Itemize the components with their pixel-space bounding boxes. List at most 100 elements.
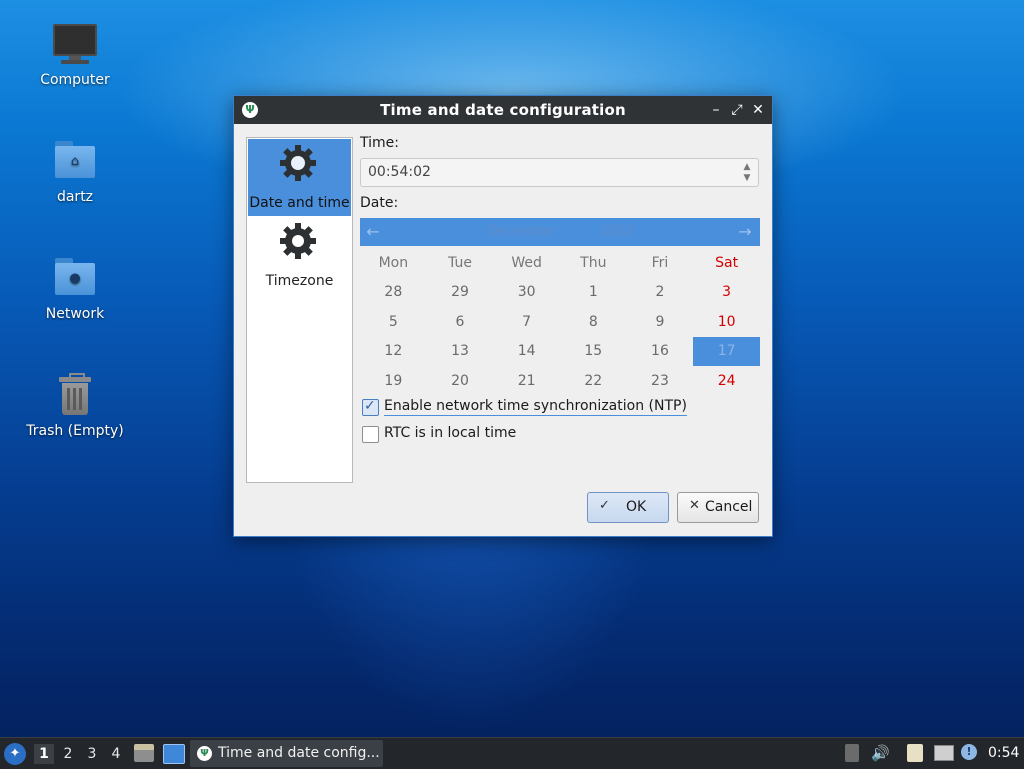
time-label: Time: <box>360 135 399 151</box>
app-icon: Ψ <box>197 746 212 761</box>
calendar-year[interactable]: 2022 <box>600 224 633 239</box>
close-button[interactable]: ✕ <box>749 100 767 120</box>
next-month-arrow-icon[interactable]: → <box>734 222 756 242</box>
minimize-button[interactable]: – <box>707 100 725 120</box>
calendar-day[interactable]: 8 <box>560 307 627 337</box>
desktop-icon-label: Trash (Empty) <box>26 423 124 439</box>
calendar-day[interactable]: 14 <box>493 337 560 367</box>
calendar-day[interactable]: 5 <box>360 307 427 337</box>
weekday-row: Mon Tue Wed Thu Fri Sat <box>360 248 760 278</box>
calendar-week-row: 19 20 21 22 23 24 <box>360 366 760 396</box>
desktop-icon-network[interactable]: ● Network <box>10 254 140 322</box>
calendar-day[interactable]: 29 <box>427 278 494 308</box>
weekday-label: Fri <box>651 254 669 271</box>
calendar-day[interactable]: 15 <box>560 337 627 367</box>
maximize-button[interactable]: ⤢ <box>728 100 746 120</box>
calendar-day[interactable]: 23 <box>627 366 694 396</box>
calendar-day[interactable]: 9 <box>627 307 694 337</box>
workspace-2[interactable]: 2 <box>58 744 78 764</box>
clipboard-icon[interactable] <box>907 744 923 762</box>
workspace-3[interactable]: 3 <box>82 744 102 764</box>
home-folder-icon: ⌂ <box>51 137 99 185</box>
volume-icon[interactable]: 🔊 <box>871 744 890 762</box>
sidebar-item-label: Timezone <box>265 273 334 289</box>
cancel-button[interactable]: ✕ Cancel <box>677 492 759 523</box>
eject-icon[interactable] <box>845 744 859 762</box>
network-icon[interactable] <box>934 745 954 761</box>
checkmark-icon: ✓ <box>364 398 376 414</box>
workspace-4[interactable]: 4 <box>106 744 126 764</box>
dialog-titlebar[interactable]: Ψ Time and date configuration – ⤢ ✕ <box>234 96 772 124</box>
cancel-label: Cancel <box>705 499 753 515</box>
time-value: 00:54:02 <box>368 164 431 180</box>
weekday-label: Tue <box>448 254 472 271</box>
calendar-day[interactable]: 19 <box>360 366 427 396</box>
calendar-week-row: 12 13 14 15 16 17 <box>360 336 760 367</box>
taskbar-window-label: Time and date config... <box>218 745 380 761</box>
sidebar-item-date-and-time[interactable]: Date and time <box>248 139 351 216</box>
date-label: Date: <box>360 195 399 211</box>
rtc-checkbox-row[interactable]: RTC is in local time <box>362 425 522 443</box>
calendar-day[interactable]: 2 <box>627 278 694 308</box>
rtc-label: RTC is in local time <box>384 425 517 441</box>
dialog-title: Time and date configuration <box>380 101 626 119</box>
calendar-day[interactable]: 7 <box>493 307 560 337</box>
time-date-dialog: Ψ Time and date configuration – ⤢ ✕ Date… <box>233 95 773 537</box>
desktop-icon-label: dartz <box>56 189 94 205</box>
calendar-day[interactable]: 1 <box>560 278 627 308</box>
file-manager-icon[interactable] <box>134 744 154 762</box>
ntp-checkbox[interactable]: ✓ <box>362 398 379 416</box>
calendar-day[interactable]: 3 <box>693 278 760 308</box>
sidebar-item-timezone[interactable]: Timezone <box>248 217 351 294</box>
calendar-day[interactable]: 30 <box>493 278 560 308</box>
start-menu-icon[interactable]: ✦ <box>4 743 26 765</box>
computer-icon <box>51 20 99 68</box>
spin-down-icon[interactable]: ▼ <box>741 173 753 183</box>
calendar-day[interactable]: 24 <box>693 366 760 396</box>
calendar-day-selected[interactable]: 17 <box>693 336 760 366</box>
calendar-grid: Mon Tue Wed Thu Fri Sat 28 29 30 1 2 3 5… <box>360 248 760 396</box>
calendar-day[interactable]: 20 <box>427 366 494 396</box>
calendar-month[interactable]: December <box>488 224 555 239</box>
clock[interactable]: 0:54 <box>988 745 1019 761</box>
gear-icon <box>280 145 316 181</box>
ok-label: OK <box>626 499 647 515</box>
calendar: ← December 2022 → Mon Tue Wed Thu Fri Sa… <box>360 218 760 396</box>
taskbar: ✦ 1 2 3 4 Ψ Time and date config... 🔊 ! … <box>0 737 1024 769</box>
prev-month-arrow-icon[interactable]: ← <box>362 222 384 242</box>
weekday-label: Sat <box>715 254 739 271</box>
calendar-day[interactable]: 10 <box>693 307 760 337</box>
desktop-icon-label: Network <box>45 306 105 322</box>
time-spinbox[interactable]: 00:54:02 ▲ ▼ <box>360 158 759 187</box>
dialog-sidebar: Date and time Timezone <box>246 137 353 483</box>
weekday-label: Thu <box>580 254 607 271</box>
desktop-icon-label: Computer <box>40 72 110 88</box>
weekday-label: Wed <box>511 254 542 271</box>
rtc-checkbox[interactable] <box>362 426 379 443</box>
taskbar-window-button[interactable]: Ψ Time and date config... <box>190 740 383 767</box>
desktop-icon-computer[interactable]: Computer <box>10 20 140 88</box>
desktop-icon-home-folder[interactable]: ⌂ dartz <box>10 137 140 205</box>
calendar-day[interactable]: 28 <box>360 278 427 308</box>
sidebar-item-label: Date and time <box>249 195 350 211</box>
calendar-week-row: 5 6 7 8 9 10 <box>360 307 760 337</box>
calendar-header: ← December 2022 → <box>360 218 760 246</box>
ok-button[interactable]: ✓ OK <box>587 492 669 523</box>
calendar-day[interactable]: 16 <box>627 337 694 367</box>
calendar-day[interactable]: 6 <box>427 307 494 337</box>
trash-icon <box>51 371 99 419</box>
ntp-checkbox-row[interactable]: ✓ Enable network time synchronization (N… <box>362 398 687 416</box>
network-folder-icon: ● <box>51 254 99 302</box>
update-notifier-icon[interactable]: ! <box>961 744 977 760</box>
calendar-day[interactable]: 13 <box>427 337 494 367</box>
weekday-label: Mon <box>378 254 409 271</box>
checkmark-icon: ✓ <box>599 498 610 513</box>
workspace-1[interactable]: 1 <box>34 744 54 764</box>
calendar-day[interactable]: 12 <box>360 337 427 367</box>
close-icon: ✕ <box>689 498 700 513</box>
show-desktop-icon[interactable] <box>163 744 185 764</box>
desktop-icon-trash[interactable]: Trash (Empty) <box>10 371 140 439</box>
calendar-day[interactable]: 21 <box>493 366 560 396</box>
calendar-day[interactable]: 22 <box>560 366 627 396</box>
spin-up-icon[interactable]: ▲ <box>741 162 753 172</box>
